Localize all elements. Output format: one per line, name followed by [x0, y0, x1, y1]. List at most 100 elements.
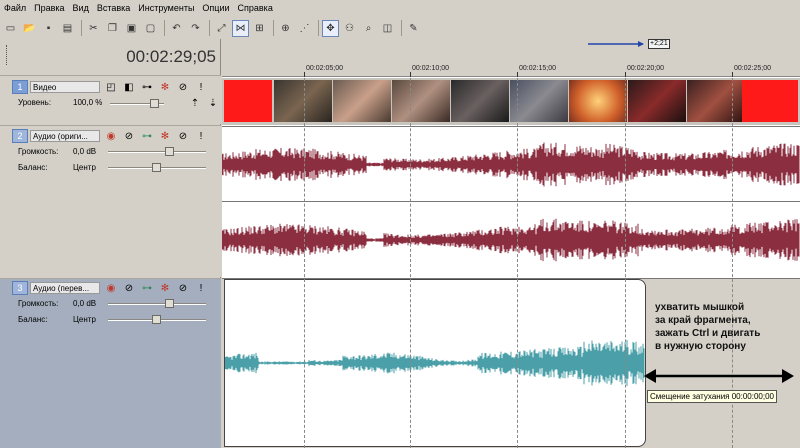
ruler-label: 00:02:15;00	[519, 65, 556, 72]
ruler-tick	[410, 72, 411, 77]
properties-icon-2[interactable]: ◫	[379, 20, 396, 37]
pan-slider-thumb[interactable]	[152, 315, 161, 324]
ruler-label: 00:02:20;00	[627, 65, 664, 72]
track-list-panel: 00:02:29;05 1 Видео ◰ ◧ ⊶ ✻ ⊘ ! Уровень:…	[0, 39, 221, 448]
track-header-video[interactable]: 1 Видео ◰ ◧ ⊶ ✻ ⊘ ! Уровень: 100,0 % ⇡ ⇣	[0, 75, 221, 124]
waveform-path	[222, 218, 800, 262]
volume-slider-thumb[interactable]	[165, 147, 174, 156]
time-ruler[interactable]: +2;21 00:02:05;00 00:02:10;00 00:02:15;0…	[222, 39, 800, 77]
new-icon[interactable]: ▭	[2, 20, 19, 37]
pan-param: Баланс: Центр	[18, 315, 113, 324]
timecode-display: 00:02:29;05	[126, 47, 216, 66]
audio-original-right-channel[interactable]	[222, 201, 800, 277]
toolbar-separator	[81, 20, 82, 36]
record-arm-icon[interactable]: ◉	[104, 129, 118, 143]
eyedropper-icon[interactable]: ✎	[405, 20, 422, 37]
overlay-icon[interactable]: ◰	[104, 80, 118, 94]
delete-icon[interactable]: ▢	[142, 20, 159, 37]
timeline[interactable]: +2;21 00:02:05;00 00:02:10;00 00:02:15;0…	[222, 39, 800, 448]
pan-slider-thumb[interactable]	[152, 163, 161, 172]
cut-icon[interactable]: ✂	[85, 20, 102, 37]
audio-event-translated[interactable]	[224, 279, 646, 447]
video-event-red-start[interactable]	[224, 80, 272, 122]
video-track-lane[interactable]	[222, 78, 800, 125]
normal-edit-tool-icon[interactable]: ⤢	[213, 20, 230, 37]
track-header-audio-original[interactable]: 2 Аудио (ориги... ◉ ⊘ ⊶ ✻ ⊘ ! Громкость:…	[0, 125, 221, 277]
fade-offset-tooltip: Смещение затухания 00:00:00;00	[647, 390, 777, 403]
solo-icon[interactable]: !	[194, 80, 208, 94]
track-name[interactable]: Аудио (перев...	[30, 282, 100, 294]
toolbar-separator	[273, 20, 274, 36]
snapping-icon[interactable]: ⊕	[277, 20, 294, 37]
annotation-line: в нужную сторону	[655, 341, 746, 352]
volume-param: Громкость: 0,0 dB	[18, 299, 113, 308]
video-event-red-end[interactable]	[742, 80, 798, 122]
redo-icon[interactable]: ↷	[187, 20, 204, 37]
auto-crossfade-icon[interactable]: ⋰	[296, 20, 313, 37]
level-param: Уровень: 100,0 %	[18, 98, 113, 107]
solo-icon[interactable]: !	[194, 281, 208, 295]
solo-icon[interactable]: !	[194, 129, 208, 143]
pan-slider[interactable]	[108, 315, 206, 324]
copy-icon[interactable]: ❐	[104, 20, 121, 37]
menu-edit[interactable]: Правка	[30, 0, 68, 16]
zoom-icon[interactable]: ⌕	[360, 20, 377, 37]
arrow-down-icon[interactable]: ⇣	[206, 96, 220, 110]
toolbar: ▭ 📂 ▪ ▤ ✂ ❐ ▣ ▢ ↶ ↷ ⤢ ⋈ ⊞ ⊕ ⋰ ✥ ⚇ ⌕ ◫ ✎	[0, 17, 800, 39]
track-name[interactable]: Видео	[30, 81, 100, 93]
fx-icon[interactable]: ✻	[158, 129, 172, 143]
audio-original-left-channel[interactable]	[222, 126, 800, 201]
menu-options[interactable]: Опции	[198, 0, 233, 16]
menu-view[interactable]: Вид	[69, 0, 93, 16]
ruler-label: 00:02:25;00	[734, 65, 771, 72]
gridline	[410, 78, 411, 448]
ignore-grouping-icon[interactable]: ⚇	[341, 20, 358, 37]
menu-help[interactable]: Справка	[234, 0, 277, 16]
mute-icon[interactable]: ⊘	[176, 80, 190, 94]
fx-icon[interactable]: ✻	[158, 281, 172, 295]
menu-insert[interactable]: Вставка	[93, 0, 134, 16]
volume-label: Громкость:	[18, 299, 59, 308]
fx-chain-icon[interactable]: ⊶	[140, 281, 154, 295]
menu-file[interactable]: Файл	[0, 0, 30, 16]
annotation-line: за край фрагмента,	[655, 315, 751, 326]
fx-chain-icon[interactable]: ⊶	[140, 80, 154, 94]
mute-icon[interactable]: ⊘	[176, 129, 190, 143]
video-frame	[451, 80, 509, 122]
fx-chain-icon[interactable]: ⊶	[140, 129, 154, 143]
annotation-line: зажать Ctrl и двигать	[655, 328, 761, 339]
arrow-up-icon[interactable]: ⇡	[188, 96, 202, 110]
lock-envelopes-icon[interactable]: ✥	[322, 19, 339, 37]
track-name[interactable]: Аудио (ориги...	[30, 130, 100, 142]
pan-param: Баланс: Центр	[18, 163, 113, 172]
menu-tools[interactable]: Инструменты	[134, 0, 198, 16]
undo-icon[interactable]: ↶	[168, 20, 185, 37]
track-header-audio-translated[interactable]: 3 Аудио (перев... ◉ ⊘ ⊶ ✻ ⊘ ! Громкость:…	[0, 278, 221, 448]
waveform-path	[225, 339, 645, 387]
volume-slider[interactable]	[108, 299, 206, 308]
envelope-tool-icon[interactable]: ⋈	[232, 19, 249, 37]
toolbar-separator	[209, 20, 210, 36]
video-thumbnails[interactable]	[274, 80, 746, 122]
record-arm-icon[interactable]: ◉	[104, 281, 118, 295]
loop-region-arrow[interactable]	[588, 39, 648, 51]
open-icon[interactable]: 📂	[21, 20, 38, 37]
waveform-original-left	[222, 142, 800, 187]
selection-tool-icon[interactable]: ⊞	[251, 20, 268, 37]
mute-icon[interactable]: ⊘	[176, 281, 190, 295]
gridline	[625, 78, 626, 448]
level-slider-thumb[interactable]	[150, 99, 159, 108]
panel-grip[interactable]	[6, 45, 9, 65]
level-slider[interactable]	[110, 99, 164, 108]
pan-slider[interactable]	[108, 163, 206, 172]
compositing-icon[interactable]: ◧	[122, 80, 136, 94]
fx-icon[interactable]: ✻	[158, 80, 172, 94]
invert-phase-icon[interactable]: ⊘	[122, 129, 136, 143]
paste-icon[interactable]: ▣	[123, 20, 140, 37]
save-icon[interactable]: ▪	[40, 20, 57, 37]
properties-icon[interactable]: ▤	[59, 20, 76, 37]
volume-slider[interactable]	[108, 147, 206, 156]
invert-phase-icon[interactable]: ⊘	[122, 281, 136, 295]
volume-slider-thumb[interactable]	[165, 299, 174, 308]
toolbar-separator	[318, 20, 319, 36]
